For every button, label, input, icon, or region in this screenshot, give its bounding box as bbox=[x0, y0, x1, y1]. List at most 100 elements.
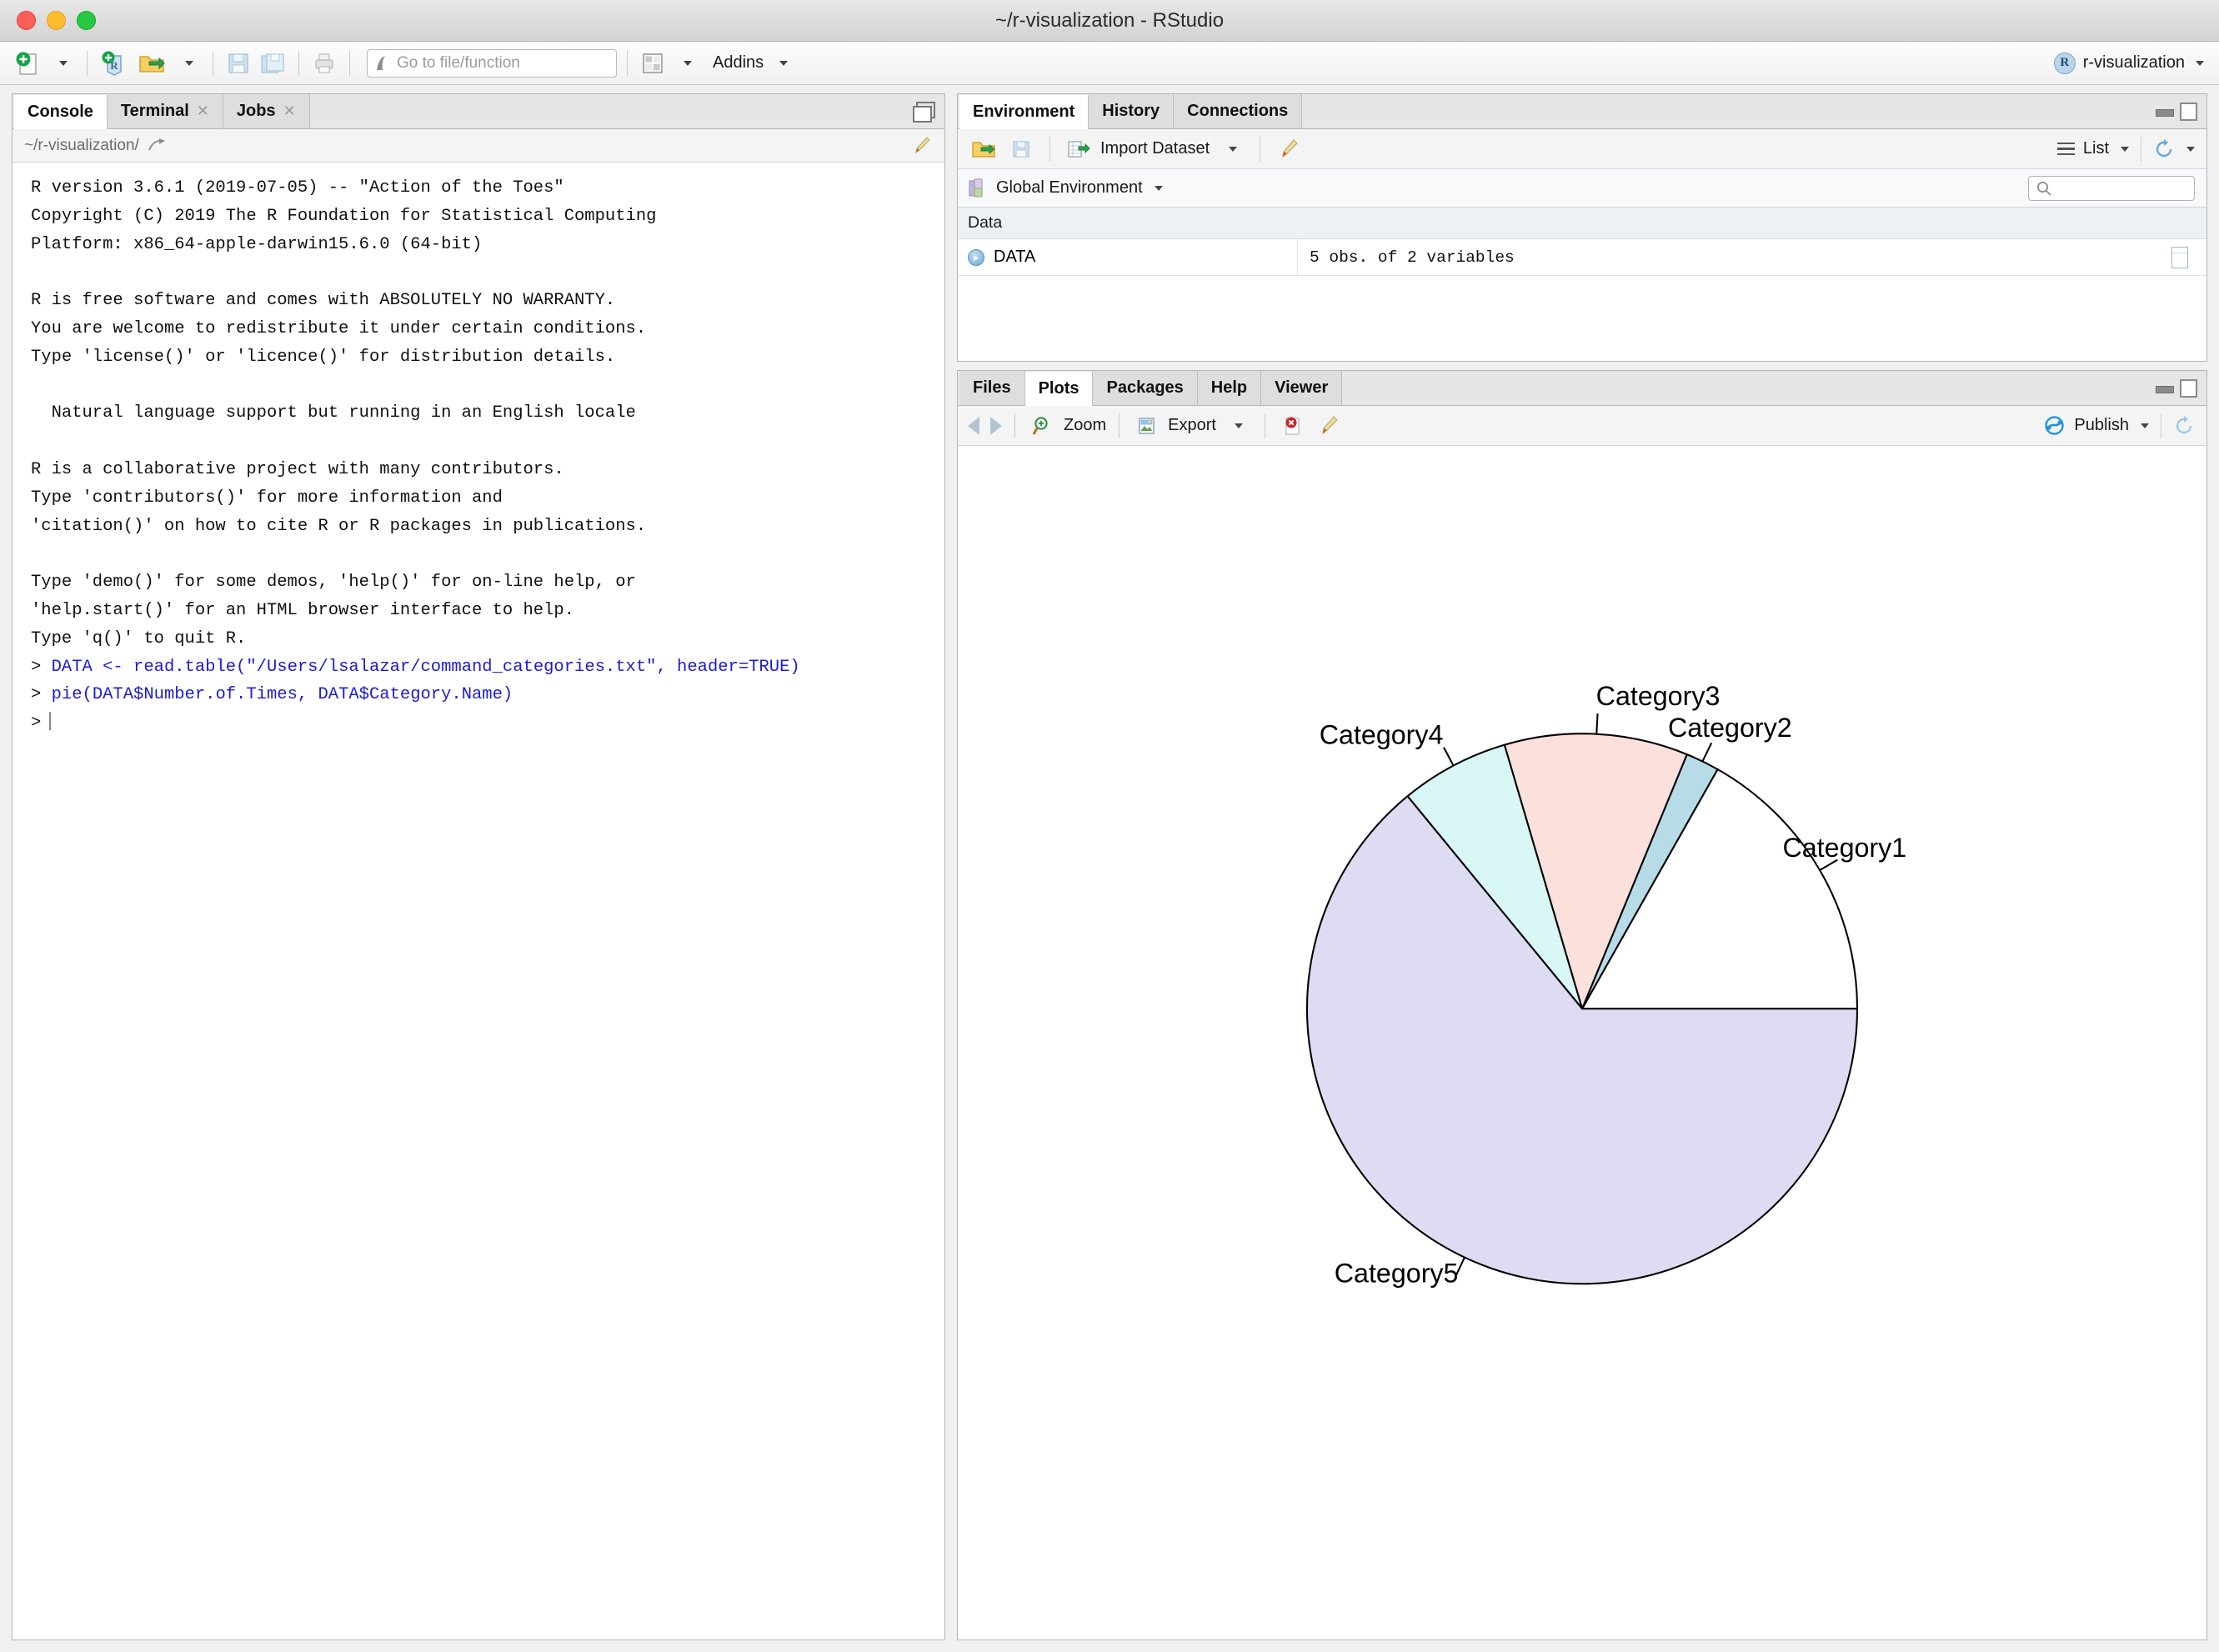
clear-objects-button[interactable] bbox=[1274, 133, 1304, 166]
console-prompt-1: > bbox=[31, 658, 41, 677]
printer-icon bbox=[313, 52, 336, 75]
environment-toolbar-right: List bbox=[2057, 137, 2195, 162]
import-dataset-menu-button[interactable] bbox=[1216, 133, 1246, 166]
next-plot-button[interactable] bbox=[990, 417, 1002, 435]
tab-packages[interactable]: Packages bbox=[1093, 371, 1197, 405]
toolbar-divider bbox=[87, 51, 88, 76]
refresh-icon[interactable] bbox=[2173, 415, 2195, 437]
remove-plot-button[interactable] bbox=[1278, 409, 1308, 443]
panes-grid-icon bbox=[642, 53, 664, 74]
environment-minimize-button[interactable] bbox=[2156, 103, 2172, 118]
chevron-down-icon bbox=[684, 61, 692, 66]
print-button[interactable] bbox=[309, 47, 339, 80]
export-plot-menu-button[interactable] bbox=[1222, 409, 1252, 443]
addins-label[interactable]: Addins bbox=[713, 53, 764, 73]
refresh-icon[interactable] bbox=[2153, 138, 2175, 160]
chevron-down-icon[interactable] bbox=[1155, 186, 1163, 191]
tabstrip-filler bbox=[310, 94, 944, 128]
list-view-icon[interactable] bbox=[2057, 143, 2075, 156]
save-disk-icon bbox=[1011, 139, 1031, 159]
chevron-down-icon[interactable] bbox=[2141, 423, 2149, 428]
new-file-icon bbox=[15, 50, 40, 77]
open-file-button[interactable] bbox=[134, 47, 169, 80]
plot-canvas[interactable]: Category1Category2Category3Category4Cate… bbox=[958, 446, 2206, 1639]
table-row[interactable]: ▸ DATA 5 obs. of 2 variables bbox=[958, 239, 2206, 276]
environment-search-field[interactable] bbox=[2057, 178, 2182, 198]
console-text-caret bbox=[49, 712, 51, 730]
load-workspace-button[interactable] bbox=[968, 133, 999, 166]
open-in-files-icon[interactable] bbox=[148, 138, 168, 154]
pie-slice-label: Category2 bbox=[1668, 713, 1792, 743]
save-workspace-button[interactable] bbox=[1006, 133, 1036, 166]
console-working-directory: ~/r-visualization/ bbox=[24, 137, 139, 155]
plots-window-controls bbox=[2156, 379, 2196, 394]
publish-icon[interactable] bbox=[2043, 414, 2066, 437]
expand-object-icon[interactable]: ▸ bbox=[968, 249, 984, 266]
project-selector[interactable]: R r-visualization bbox=[2054, 53, 2204, 74]
tab-plots[interactable]: Plots bbox=[1025, 372, 1094, 406]
view-mode-label[interactable]: List bbox=[2083, 139, 2109, 158]
new-project-icon: R bbox=[101, 50, 128, 77]
tab-terminal-label: Terminal bbox=[121, 102, 189, 121]
tab-connections[interactable]: Connections bbox=[1174, 94, 1302, 128]
toolbar-divider bbox=[1049, 137, 1050, 162]
environment-maximize-button[interactable] bbox=[2180, 103, 2196, 118]
view-data-grid-icon[interactable] bbox=[2171, 247, 2188, 268]
environment-object-value: 5 obs. of 2 variables bbox=[1298, 248, 1515, 267]
clear-console-icon[interactable] bbox=[911, 136, 933, 156]
zoom-plot-label[interactable]: Zoom bbox=[1064, 416, 1106, 435]
new-file-menu-button[interactable] bbox=[47, 47, 77, 80]
console-prompt-active: > bbox=[31, 713, 41, 733]
new-project-button[interactable]: R bbox=[98, 47, 131, 80]
console-command-1: DATA <- read.table("/Users/lsalazar/comm… bbox=[52, 658, 800, 677]
toolbar-divider bbox=[1119, 413, 1120, 438]
publish-label[interactable]: Publish bbox=[2074, 416, 2129, 435]
pie-slices bbox=[1307, 733, 1857, 1284]
tab-files[interactable]: Files bbox=[959, 371, 1025, 405]
plots-maximize-button[interactable] bbox=[2180, 379, 2196, 394]
open-file-menu-button[interactable] bbox=[173, 47, 203, 80]
zoom-plot-button[interactable] bbox=[1028, 409, 1058, 443]
export-plot-label[interactable]: Export bbox=[1168, 416, 1216, 435]
export-plot-button[interactable] bbox=[1132, 409, 1162, 443]
tab-help[interactable]: Help bbox=[1198, 371, 1261, 405]
tab-environment-label: Environment bbox=[973, 103, 1074, 122]
previous-plot-button[interactable] bbox=[968, 417, 979, 435]
import-dataset-button[interactable] bbox=[1064, 133, 1094, 166]
left-column: Console Terminal ✕ Jobs ✕ ~/r-visualizat… bbox=[12, 93, 945, 1640]
broom-icon bbox=[911, 136, 933, 156]
clear-all-plots-button[interactable] bbox=[1314, 409, 1344, 443]
environment-scope-label[interactable]: Global Environment bbox=[996, 178, 1143, 198]
remove-plot-icon bbox=[1282, 415, 1304, 437]
environment-search-input[interactable] bbox=[2028, 176, 2195, 201]
console-command-2: pie(DATA$Number.of.Times, DATA$Category.… bbox=[52, 685, 513, 704]
console-output[interactable]: R version 3.6.1 (2019-07-05) -- "Action … bbox=[13, 163, 944, 1639]
import-dataset-label[interactable]: Import Dataset bbox=[1100, 139, 1210, 158]
zoom-magnifier-icon bbox=[1032, 415, 1054, 437]
new-file-button[interactable] bbox=[12, 47, 43, 80]
tab-jobs[interactable]: Jobs ✕ bbox=[223, 94, 310, 128]
tab-environment[interactable]: Environment bbox=[959, 95, 1089, 129]
main-workspace: Console Terminal ✕ Jobs ✕ ~/r-visualizat… bbox=[0, 85, 2219, 1652]
chevron-down-icon[interactable] bbox=[2121, 147, 2129, 152]
close-terminal-icon[interactable]: ✕ bbox=[197, 103, 209, 120]
chevron-down-icon bbox=[2196, 61, 2204, 66]
console-prompt-2: > bbox=[31, 685, 41, 704]
chevron-down-icon[interactable] bbox=[2186, 147, 2195, 152]
environment-object-name-cell[interactable]: ▸ DATA bbox=[958, 239, 1298, 275]
close-jobs-icon[interactable]: ✕ bbox=[283, 103, 296, 120]
tab-viewer[interactable]: Viewer bbox=[1261, 371, 1342, 405]
save-all-button[interactable] bbox=[257, 47, 288, 80]
workspace-panes-menu-button[interactable] bbox=[671, 47, 701, 80]
tab-console[interactable]: Console bbox=[14, 95, 108, 129]
pie-slice-label: Category5 bbox=[1335, 1258, 1459, 1288]
plots-minimize-button[interactable] bbox=[2156, 379, 2172, 394]
environment-section-header: Data bbox=[958, 208, 2206, 239]
save-button[interactable] bbox=[223, 47, 253, 80]
goto-file-function-input[interactable]: Go to file/function bbox=[367, 49, 617, 78]
tab-terminal[interactable]: Terminal ✕ bbox=[108, 94, 223, 128]
workspace-panes-button[interactable] bbox=[638, 47, 668, 80]
tab-history[interactable]: History bbox=[1089, 94, 1174, 128]
console-maximize-button[interactable] bbox=[913, 102, 933, 120]
addins-menu-button[interactable] bbox=[767, 47, 797, 80]
